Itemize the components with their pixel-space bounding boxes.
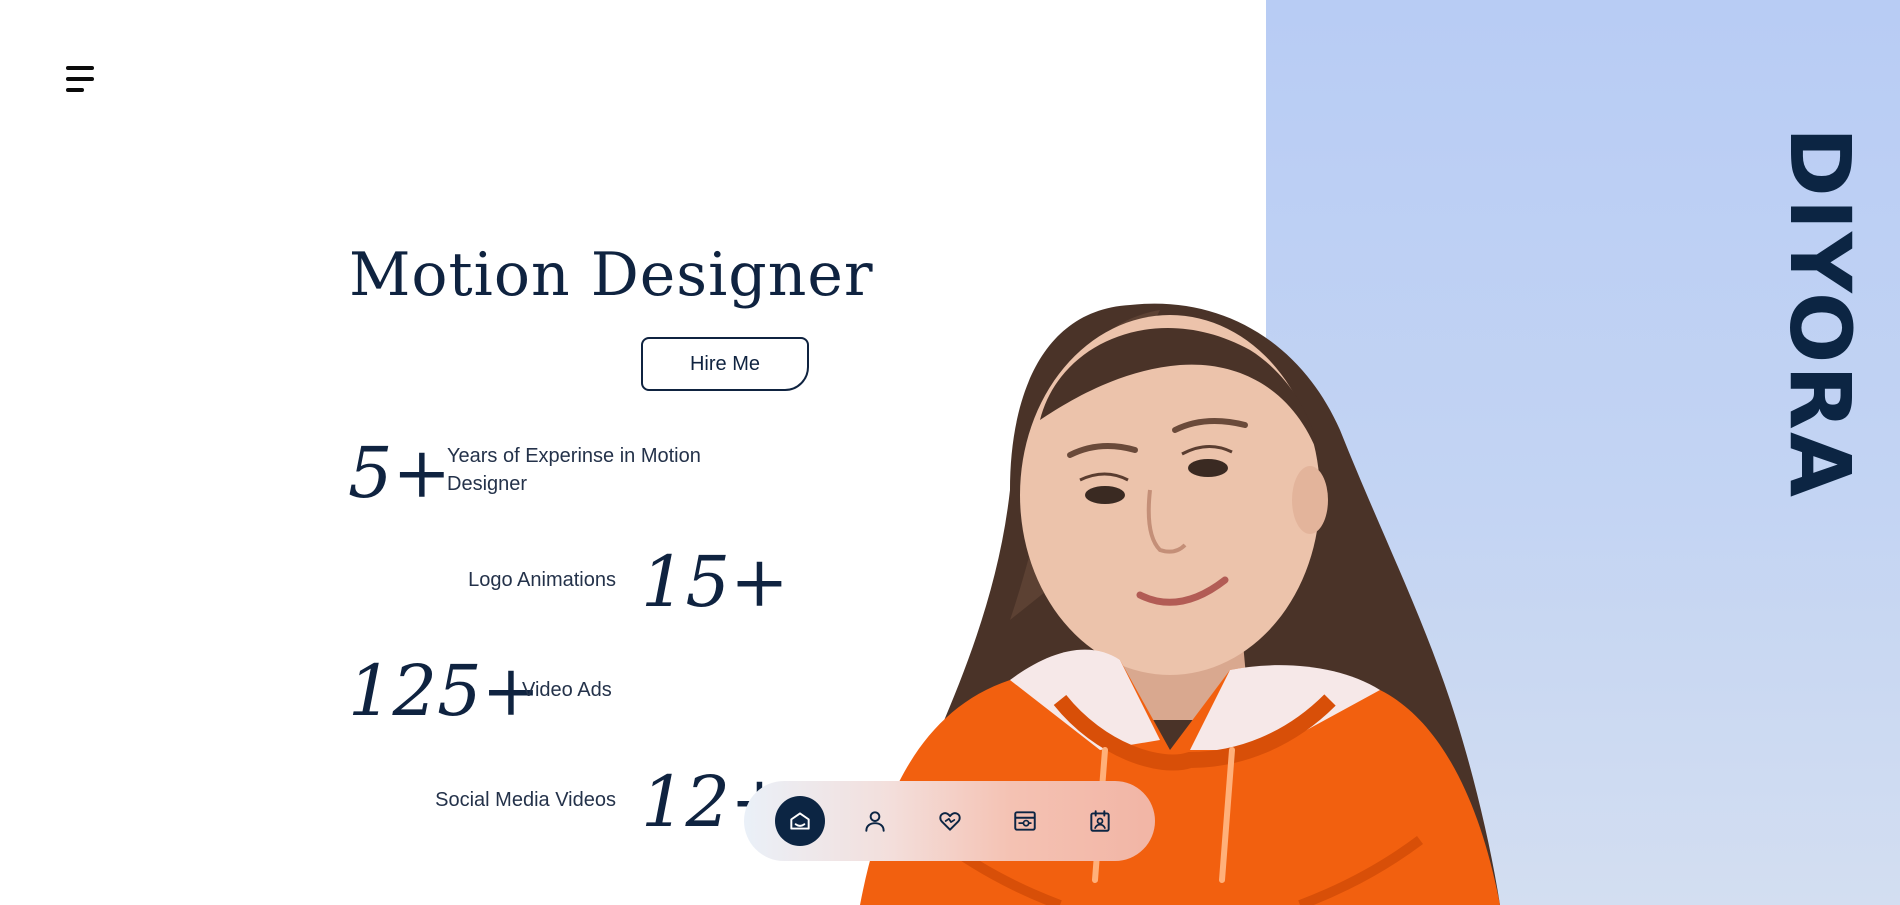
nav-home[interactable]: [775, 796, 825, 846]
home-icon: [790, 812, 810, 830]
heart-icon: [939, 812, 961, 831]
contact-icon: [1090, 810, 1110, 832]
stat-label: Logo Animations: [468, 569, 616, 591]
hire-me-button[interactable]: Hire Me: [641, 337, 809, 391]
stat-label: Video Ads: [522, 679, 612, 701]
page-title: Motion Designer: [349, 240, 874, 310]
stat-number: 125+: [348, 650, 541, 732]
nav-contact[interactable]: [1075, 796, 1125, 846]
user-icon: [865, 811, 885, 832]
nav-portfolio[interactable]: [1000, 796, 1050, 846]
nav-about[interactable]: [850, 796, 900, 846]
brand-logo: DIYORA: [1755, 127, 1885, 499]
stat-label: Years of Experinse in Motion Designer: [447, 445, 701, 495]
stat-number: 5+: [348, 432, 452, 514]
bottom-nav: [744, 781, 1155, 861]
portfolio-icon: [1014, 811, 1036, 831]
nav-services[interactable]: [925, 796, 975, 846]
stat-number: 15+: [641, 541, 789, 623]
menu-icon[interactable]: [64, 66, 96, 94]
brand-name: DIYORA: [1771, 127, 1870, 499]
stat-label: Social Media Videos: [435, 789, 616, 811]
